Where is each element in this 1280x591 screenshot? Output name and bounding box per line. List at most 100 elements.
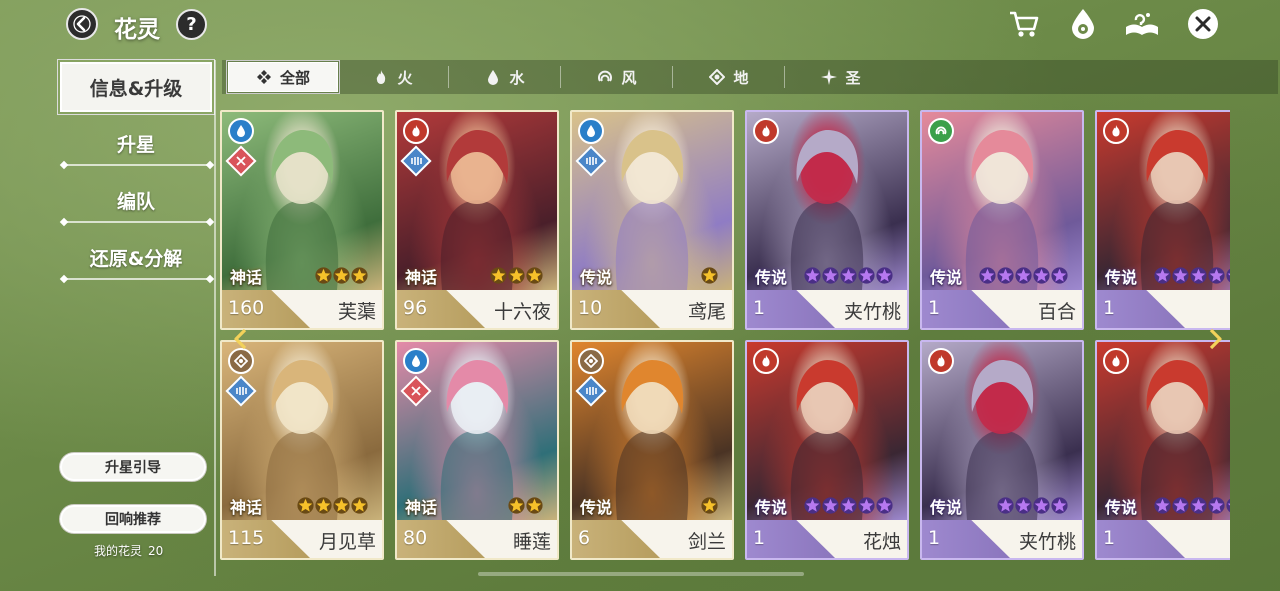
card-level: 1 xyxy=(1103,297,1116,319)
star-rating xyxy=(297,497,368,514)
help-button[interactable]: ? xyxy=(176,9,207,40)
recommend-button[interactable]: 回响推荐 xyxy=(60,505,206,533)
card-level: 1 xyxy=(1103,527,1116,549)
rarity-label: 传说 xyxy=(580,498,613,517)
card-footer: 10 鸢尾 xyxy=(572,290,732,328)
shop-cart-icon xyxy=(1010,11,1039,37)
star-rating xyxy=(490,267,543,284)
card-name: 花烛 xyxy=(862,531,901,553)
spirit-card[interactable]: 神话 160 芙蕖 xyxy=(220,110,384,330)
star-rating xyxy=(315,267,368,284)
element-badge xyxy=(228,118,254,144)
spirit-card[interactable]: 传说 1 百合 xyxy=(920,110,1084,330)
back-button[interactable] xyxy=(66,8,98,40)
shop-cart-button[interactable] xyxy=(1006,6,1042,42)
spirit-card[interactable]: 传说 1 夹竹桃 xyxy=(920,340,1084,560)
attack-role-icon xyxy=(411,386,421,396)
tab-info-upgrade[interactable]: 信息&升级 xyxy=(57,59,215,115)
spirit-card[interactable]: 传说 6 剑兰 xyxy=(570,340,734,560)
filter-holy-label: 圣 xyxy=(845,68,861,87)
rarity-star-icon xyxy=(997,267,1014,284)
filter-holy[interactable]: 圣 xyxy=(786,62,896,92)
star-rating xyxy=(701,267,718,284)
essence-button[interactable] xyxy=(1065,6,1101,42)
spirit-card[interactable]: 神话 115 月见草 xyxy=(220,340,384,560)
rarity-star-icon xyxy=(351,497,368,514)
fire-element-icon xyxy=(762,125,770,137)
filter-water-label: 水 xyxy=(509,68,525,87)
rarity-star-icon xyxy=(315,267,332,284)
card-level: 10 xyxy=(578,297,603,319)
filter-fire-label: 火 xyxy=(397,68,413,87)
rarity-star-icon xyxy=(1172,267,1189,284)
spirit-card[interactable]: 神话 80 睡莲 xyxy=(395,340,559,560)
tab-team[interactable]: 编队 xyxy=(60,175,212,225)
spirit-card[interactable]: 传说 1花 xyxy=(1095,340,1230,560)
spirit-card[interactable]: 传说 10 鸢尾 xyxy=(570,110,734,330)
water-element-icon xyxy=(237,125,245,137)
horizontal-scrollbar[interactable] xyxy=(478,572,804,576)
spirit-card[interactable]: 传说 1 夹竹桃 xyxy=(745,110,909,330)
element-badge xyxy=(403,118,429,144)
defense-role-icon xyxy=(411,157,422,165)
star-guide-button[interactable]: 升星引导 xyxy=(60,453,206,481)
spirit-card[interactable]: 神话 96 十六夜 xyxy=(395,110,559,330)
card-footer: 80 睡莲 xyxy=(397,520,557,558)
close-button[interactable] xyxy=(1185,6,1221,42)
spirit-card[interactable]: 传说 1 花烛 xyxy=(745,340,909,560)
filter-all-label: 全部 xyxy=(279,68,310,87)
rarity-star-icon xyxy=(822,497,839,514)
tab-restore-decompose[interactable]: 还原&分解 xyxy=(60,232,212,282)
filter-divider xyxy=(672,66,673,88)
star-rating xyxy=(804,497,893,514)
my-spirits-count: 我的花灵 20 xyxy=(94,542,163,559)
card-footer: 96 十六夜 xyxy=(397,290,557,328)
earth-element-icon xyxy=(234,354,248,368)
filter-earth[interactable]: 地 xyxy=(674,62,784,92)
water-element-icon xyxy=(587,125,595,137)
filter-wind[interactable]: 风 xyxy=(562,62,672,92)
page-right-arrow-icon[interactable] xyxy=(1208,328,1224,350)
spirit-card[interactable]: 传说 1花 xyxy=(1095,110,1230,330)
wind-icon xyxy=(598,70,613,82)
card-level: 1 xyxy=(753,527,766,549)
rarity-label: 神话 xyxy=(405,268,438,287)
filter-fire[interactable]: 火 xyxy=(338,62,448,92)
card-level: 1 xyxy=(928,297,941,319)
rarity-label: 神话 xyxy=(230,498,263,517)
rarity-label: 传说 xyxy=(755,498,788,517)
filter-water[interactable]: 水 xyxy=(450,62,560,92)
earth-element-icon xyxy=(584,354,598,368)
element-badge xyxy=(578,118,604,144)
element-badge xyxy=(1103,118,1129,144)
defense-role-icon xyxy=(586,387,597,395)
rarity-label: 传说 xyxy=(930,498,963,517)
card-level: 1 xyxy=(753,297,766,319)
rarity-star-icon xyxy=(333,267,350,284)
element-filter-bar: 全部 火 水 风 地 圣 xyxy=(222,60,1278,94)
rarity-star-icon xyxy=(876,267,893,284)
top-bar: 花灵 ? xyxy=(0,0,1280,50)
rarity-star-icon xyxy=(1172,497,1189,514)
rarity-star-icon xyxy=(840,267,857,284)
page-left-arrow-icon[interactable] xyxy=(232,328,248,350)
rarity-star-icon xyxy=(490,267,507,284)
guide-book-button[interactable] xyxy=(1124,6,1160,42)
element-badge xyxy=(928,348,954,374)
wind-element-icon xyxy=(935,126,947,135)
fire-element-icon xyxy=(762,355,770,367)
card-footer: 115 月见草 xyxy=(222,520,382,558)
rarity-star-icon xyxy=(1190,497,1207,514)
guide-book-icon xyxy=(1126,13,1158,35)
filter-all[interactable]: 全部 xyxy=(226,60,340,94)
rarity-star-icon xyxy=(1226,268,1230,283)
star-rating xyxy=(997,497,1068,514)
water-icon xyxy=(488,70,499,85)
tab-star-up[interactable]: 升星 xyxy=(60,118,212,168)
sidebar-divider xyxy=(64,164,210,166)
filter-divider xyxy=(560,66,561,88)
element-badge xyxy=(228,348,254,374)
card-footer: 1 花烛 xyxy=(747,520,907,558)
card-level: 80 xyxy=(403,527,428,549)
card-name: 百合 xyxy=(1037,301,1076,323)
